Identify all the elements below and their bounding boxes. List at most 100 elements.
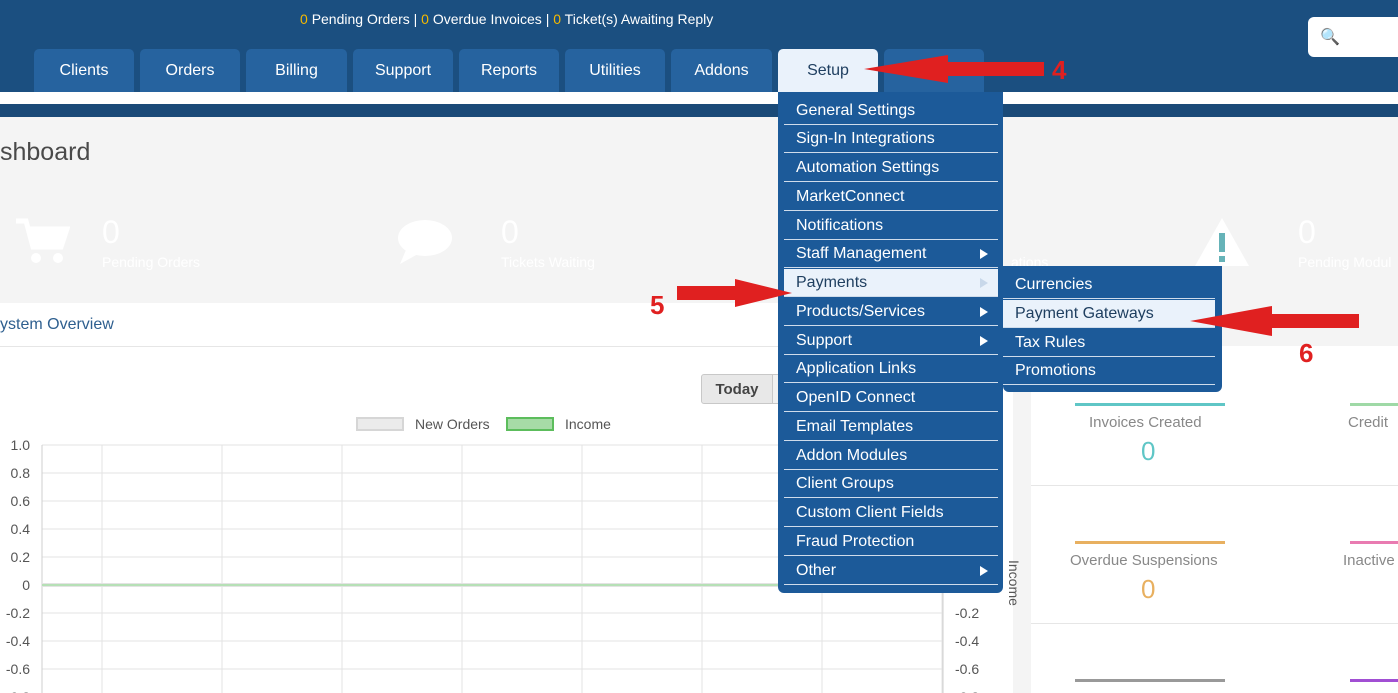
tab-clients[interactable]: Clients <box>34 49 134 92</box>
submenu-item-promotions[interactable]: Promotions <box>1003 357 1215 385</box>
menu-item-fraud-protection[interactable]: Fraud Protection <box>784 528 998 556</box>
tab-billing[interactable]: Billing <box>246 49 347 92</box>
card-label: Pending Modul <box>1298 254 1392 270</box>
chevron-right-icon <box>980 249 988 259</box>
pending-orders-link[interactable]: Pending Orders <box>312 11 410 27</box>
menu-item-label: Other <box>796 561 837 579</box>
tickets-count[interactable]: 0 <box>553 11 561 27</box>
stat-label: Inactive <box>1343 552 1395 569</box>
menu-item-custom-client-fields[interactable]: Custom Client Fields <box>784 499 998 527</box>
menu-item-openid-connect[interactable]: OpenID Connect <box>784 384 998 412</box>
menu-item-application-links[interactable]: Application Links <box>784 355 998 383</box>
y-tick-label: 1.0 <box>11 437 31 453</box>
y-tick-label: -0.4 <box>6 633 30 649</box>
menu-item-notifications[interactable]: Notifications <box>784 212 998 240</box>
separator: | <box>413 11 418 27</box>
y2-tick-label: -0.6 <box>955 661 979 677</box>
annotation-step-4: 4 <box>1052 55 1067 85</box>
card-value: 0 <box>501 214 519 250</box>
menu-item-support[interactable]: Support <box>784 327 998 355</box>
menu-item-label: OpenID Connect <box>796 388 916 406</box>
divider <box>1031 485 1398 486</box>
menu-item-client-groups[interactable]: Client Groups <box>784 470 998 498</box>
menu-item-label: Notifications <box>796 216 884 234</box>
legend-swatch <box>356 417 404 431</box>
menu-item-label: Application Links <box>796 359 917 377</box>
cart-icon <box>0 198 83 286</box>
tab-utilities[interactable]: Utilities <box>565 49 665 92</box>
y2-tick-label: -0.4 <box>955 633 979 649</box>
overdue-invoices-count[interactable]: 0 <box>421 11 429 27</box>
tickets-waiting-card[interactable]: 0 Tickets Waiting <box>368 198 749 286</box>
stat-value[interactable]: 0 <box>1141 574 1155 605</box>
menu-item-products-services[interactable]: Products/Services <box>784 298 998 326</box>
page-title: shboard <box>0 138 91 166</box>
menu-item-label: Email Templates <box>796 417 914 435</box>
stat-bar <box>1350 541 1398 544</box>
divider <box>1031 623 1398 624</box>
menu-item-label: Addon Modules <box>796 446 908 464</box>
menu-item-label: Staff Management <box>796 244 927 262</box>
chevron-right-icon <box>980 336 988 346</box>
pending-orders-card[interactable]: 0 Pending Orders <box>0 198 350 286</box>
tab-help[interactable] <box>884 49 984 92</box>
tab-orders[interactable]: Orders <box>140 49 240 92</box>
tab-support[interactable]: Support <box>353 49 453 92</box>
menu-item-marketconnect[interactable]: MarketConnect <box>784 183 998 211</box>
y-tick-label: 0.4 <box>11 521 31 537</box>
nav-bottom-band <box>0 104 1398 117</box>
legend-swatch <box>506 417 554 431</box>
card-value: 0 <box>1298 214 1316 250</box>
menu-item-other[interactable]: Other <box>784 557 998 585</box>
menu-item-label: Fraud Protection <box>796 532 915 550</box>
stat-bar <box>1075 541 1225 544</box>
stat-value[interactable]: 0 <box>1141 436 1155 467</box>
menu-item-label: Sign-In Integrations <box>796 129 935 147</box>
menu-item-label: MarketConnect <box>796 187 905 205</box>
stat-label: Credit <box>1348 414 1389 431</box>
stat-bar <box>1075 679 1225 682</box>
stat-bar <box>1350 679 1398 682</box>
y-tick-label: -0.6 <box>6 661 30 677</box>
today-button[interactable]: Today <box>701 374 773 404</box>
search-input[interactable]: 🔍 <box>1308 17 1398 57</box>
y2-tick-label: -0.2 <box>955 605 979 621</box>
menu-item-addon-modules[interactable]: Addon Modules <box>784 442 998 470</box>
menu-item-label: Custom Client Fields <box>796 503 944 521</box>
submenu-item-payment-gateways[interactable]: Payment Gateways <box>1003 300 1215 328</box>
submenu-item-tax-rules[interactable]: Tax Rules <box>1003 329 1215 357</box>
tab-addons[interactable]: Addons <box>671 49 772 92</box>
stat-label: Invoices Created <box>1089 414 1202 431</box>
menu-item-label: Client Groups <box>796 474 894 492</box>
menu-item-sign-in-integrations[interactable]: Sign-In Integrations <box>784 125 998 153</box>
menu-item-general-settings[interactable]: General Settings <box>784 97 998 125</box>
nav-underline <box>0 92 1398 104</box>
pending-orders-count[interactable]: 0 <box>300 11 308 27</box>
overdue-invoices-link[interactable]: Overdue Invoices <box>433 11 542 27</box>
stats-panel <box>1031 346 1398 693</box>
menu-item-label: Automation Settings <box>796 158 940 176</box>
menu-item-label: Support <box>796 331 853 349</box>
separator: | <box>545 11 550 27</box>
menu-item-label: Payments <box>796 273 868 291</box>
menu-item-email-templates[interactable]: Email Templates <box>784 413 998 441</box>
card-value: 0 <box>102 214 120 250</box>
card-label: Pending Orders <box>102 254 201 270</box>
legend-label: New Orders <box>415 416 490 432</box>
submenu-item-currencies[interactable]: Currencies <box>1003 271 1215 299</box>
chevron-right-icon <box>980 307 988 317</box>
search-icon: 🔍 <box>1320 29 1340 46</box>
menu-item-automation-settings[interactable]: Automation Settings <box>784 154 998 182</box>
tickets-awaiting-link[interactable]: Ticket(s) Awaiting Reply <box>565 11 714 27</box>
system-overview-title: ystem Overview <box>0 316 114 333</box>
menu-item-payments[interactable]: Payments <box>784 269 998 297</box>
chevron-right-icon <box>980 566 988 576</box>
tab-reports[interactable]: Reports <box>459 49 559 92</box>
y-tick-label: -0.8 <box>6 689 30 693</box>
card-label: Tickets Waiting <box>501 254 595 270</box>
stat-bar <box>1350 403 1398 406</box>
menu-item-staff-management[interactable]: Staff Management <box>784 240 998 268</box>
y-tick-label: -0.2 <box>6 605 30 621</box>
tab-setup[interactable]: Setup <box>778 49 878 92</box>
y-tick-label: 0.8 <box>11 465 31 481</box>
